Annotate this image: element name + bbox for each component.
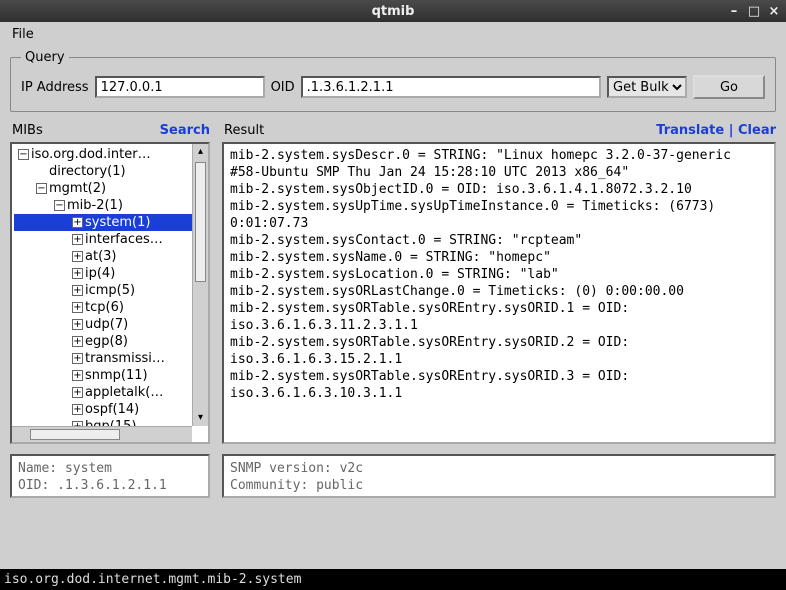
tree-node[interactable]: mgmt(2): [14, 180, 206, 197]
ip-input[interactable]: [95, 76, 265, 98]
tree-node[interactable]: ospf(14): [14, 401, 206, 418]
maximize-icon[interactable]: □: [746, 4, 762, 19]
tree-node[interactable]: directory(1): [14, 163, 206, 180]
scroll-thumb-h[interactable]: [30, 429, 120, 440]
translate-link[interactable]: Translate: [656, 123, 724, 138]
tree-node-label: ip(4): [85, 266, 115, 281]
tree-node[interactable]: iso.org.dod.inter…: [14, 146, 206, 163]
collapse-icon[interactable]: [54, 200, 65, 211]
menu-file[interactable]: File: [6, 25, 40, 44]
tree-node-label: mib-2(1): [67, 198, 123, 213]
tree-node[interactable]: egp(8): [14, 333, 206, 350]
expand-icon[interactable]: [72, 370, 83, 381]
expand-icon[interactable]: [72, 387, 83, 398]
tree-scrollbar-vertical[interactable]: ▴ ▾: [192, 144, 208, 426]
mibs-label: MIBs: [10, 123, 43, 138]
menu-bar: File: [0, 22, 786, 46]
tree-node[interactable]: tcp(6): [14, 299, 206, 316]
expand-icon[interactable]: [72, 302, 83, 313]
tree-node-label: egp(8): [85, 334, 128, 349]
expand-icon[interactable]: [72, 234, 83, 245]
mib-info: Name: system OID: .1.3.6.1.2.1.1: [10, 454, 210, 498]
tree-node-label: icmp(5): [85, 283, 135, 298]
tree-node-label: transmissi…: [85, 351, 165, 366]
tree-node[interactable]: at(3): [14, 248, 206, 265]
tree-scrollbar-horizontal[interactable]: [12, 426, 192, 442]
tree-node[interactable]: snmp(11): [14, 367, 206, 384]
clear-link[interactable]: Clear: [738, 123, 776, 138]
tree-node-label: snmp(11): [85, 368, 148, 383]
tree-node[interactable]: transmissi…: [14, 350, 206, 367]
tree-node-label: directory(1): [49, 164, 126, 179]
scroll-down-icon[interactable]: ▾: [193, 410, 208, 426]
search-link[interactable]: Search: [160, 123, 210, 138]
scroll-thumb[interactable]: [195, 162, 206, 282]
expand-icon[interactable]: [72, 217, 83, 228]
tree-node-label: udp(7): [85, 317, 128, 332]
query-legend: Query: [21, 50, 69, 65]
tree-node[interactable]: appletalk(…: [14, 384, 206, 401]
tree-node[interactable]: udp(7): [14, 316, 206, 333]
tree-node-label: system(1): [85, 215, 150, 230]
query-group: Query IP Address OID Get Bulk Go: [10, 50, 776, 112]
tree-node[interactable]: system(1): [14, 214, 206, 231]
title-bar: qtmib – □ ×: [0, 0, 786, 22]
minimize-icon[interactable]: –: [726, 4, 742, 19]
expand-icon[interactable]: [72, 251, 83, 262]
result-output[interactable]: mib-2.system.sysDescr.0 = STRING: "Linux…: [222, 142, 776, 444]
mib-tree[interactable]: iso.org.dod.inter… directory(1) mgmt(2) mib…: [10, 142, 210, 444]
ip-label: IP Address: [21, 80, 89, 95]
tree-node-label: appletalk(…: [85, 385, 163, 400]
expand-icon[interactable]: [72, 319, 83, 330]
close-icon[interactable]: ×: [766, 4, 782, 19]
collapse-icon[interactable]: [36, 183, 47, 194]
scroll-up-icon[interactable]: ▴: [193, 144, 208, 160]
tree-node[interactable]: icmp(5): [14, 282, 206, 299]
oid-label: OID: [271, 80, 295, 95]
expand-icon[interactable]: [72, 268, 83, 279]
tree-node-label: at(3): [85, 249, 116, 264]
result-label: Result: [222, 123, 264, 138]
link-separator: |: [729, 123, 738, 138]
operation-select[interactable]: Get Bulk: [607, 76, 687, 98]
go-button[interactable]: Go: [693, 75, 765, 99]
tree-node[interactable]: ip(4): [14, 265, 206, 282]
tree-node-label: mgmt(2): [49, 181, 106, 196]
expand-icon[interactable]: [72, 336, 83, 347]
status-bar: iso.org.dod.internet.mgmt.mib-2.system: [0, 570, 786, 590]
expand-icon[interactable]: [72, 404, 83, 415]
window-title: qtmib: [0, 4, 786, 19]
tree-node-label: tcp(6): [85, 300, 124, 315]
collapse-icon[interactable]: [18, 149, 29, 160]
tree-node-label: ospf(14): [85, 402, 139, 417]
tree-node[interactable]: mib-2(1): [14, 197, 206, 214]
tree-node-label: iso.org.dod.inter…: [31, 147, 151, 162]
snmp-info: SNMP version: v2c Community: public: [222, 454, 776, 498]
oid-input[interactable]: [301, 76, 601, 98]
expand-icon[interactable]: [72, 353, 83, 364]
tree-node-label: interfaces…: [85, 232, 163, 247]
expand-icon[interactable]: [72, 285, 83, 296]
tree-node[interactable]: interfaces…: [14, 231, 206, 248]
